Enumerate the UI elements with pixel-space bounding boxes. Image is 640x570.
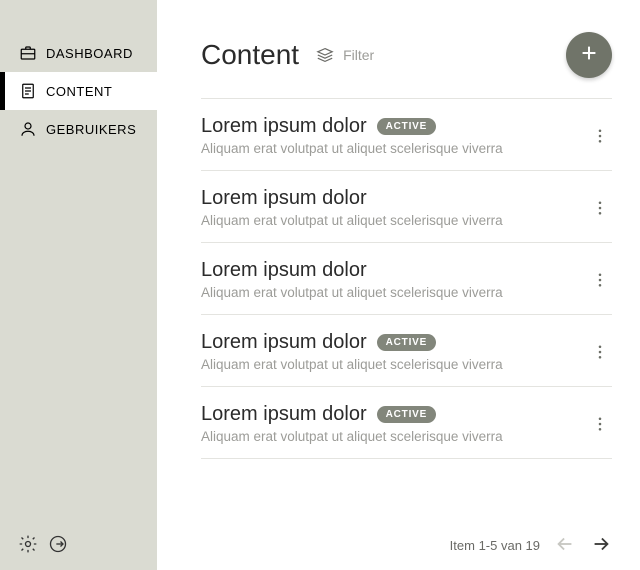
plus-icon	[578, 42, 600, 69]
list-item[interactable]: Lorem ipsum dolor ACTIVE Aliquam erat vo…	[201, 315, 612, 387]
status-badge: ACTIVE	[377, 406, 436, 423]
more-button[interactable]	[588, 268, 612, 292]
sidebar-item-label: DASHBOARD	[46, 46, 133, 61]
more-button[interactable]	[588, 340, 612, 364]
page-title: Content	[201, 39, 299, 71]
row-title: Lorem ipsum dolor	[201, 115, 367, 138]
sidebar-footer	[18, 534, 68, 554]
sidebar-item-label: GEBRUIKERS	[46, 122, 136, 137]
briefcase-icon	[19, 44, 37, 62]
filter-button[interactable]: Filter	[315, 47, 374, 63]
row-subtitle: Aliquam erat volutpat ut aliquet sceleri…	[201, 357, 503, 372]
logout-icon[interactable]	[48, 534, 68, 554]
row-subtitle: Aliquam erat volutpat ut aliquet sceleri…	[201, 429, 503, 444]
header: Content Filter	[201, 32, 612, 99]
header-left: Content Filter	[201, 39, 374, 71]
sidebar-item-content[interactable]: CONTENT	[0, 72, 157, 110]
pager-next[interactable]	[590, 534, 612, 556]
add-button[interactable]	[566, 32, 612, 78]
more-button[interactable]	[588, 196, 612, 220]
pager: Item 1-5 van 19	[201, 520, 612, 570]
row-subtitle: Aliquam erat volutpat ut aliquet sceleri…	[201, 213, 503, 228]
row-subtitle: Aliquam erat volutpat ut aliquet sceleri…	[201, 141, 503, 156]
list-item[interactable]: Lorem ipsum dolor ACTIVE Aliquam erat vo…	[201, 99, 612, 171]
list-item[interactable]: Lorem ipsum dolor Aliquam erat volutpat …	[201, 171, 612, 243]
pager-prev	[554, 534, 576, 556]
row-subtitle: Aliquam erat volutpat ut aliquet sceleri…	[201, 285, 503, 300]
layers-icon	[315, 47, 335, 63]
filter-label: Filter	[343, 47, 374, 63]
gear-icon[interactable]	[18, 534, 38, 554]
content-list: Lorem ipsum dolor ACTIVE Aliquam erat vo…	[201, 99, 612, 520]
more-button[interactable]	[588, 412, 612, 436]
sidebar-item-label: CONTENT	[46, 84, 112, 99]
sidebar: DASHBOARD CONTENT GEBRUIKERS	[0, 0, 157, 570]
sidebar-item-dashboard[interactable]: DASHBOARD	[0, 34, 157, 72]
main: Content Filter Lorem ipsum d	[157, 0, 640, 570]
list-item[interactable]: Lorem ipsum dolor Aliquam erat volutpat …	[201, 243, 612, 315]
pager-text: Item 1-5 van 19	[450, 538, 540, 553]
document-icon	[19, 82, 37, 100]
status-badge: ACTIVE	[377, 334, 436, 351]
arrow-right-icon	[590, 533, 612, 558]
row-title: Lorem ipsum dolor	[201, 187, 367, 210]
user-icon	[19, 120, 37, 138]
sidebar-item-users[interactable]: GEBRUIKERS	[0, 110, 157, 148]
row-title: Lorem ipsum dolor	[201, 403, 367, 426]
arrow-left-icon	[554, 533, 576, 558]
row-title: Lorem ipsum dolor	[201, 259, 367, 282]
status-badge: ACTIVE	[377, 118, 436, 135]
row-title: Lorem ipsum dolor	[201, 331, 367, 354]
more-button[interactable]	[588, 124, 612, 148]
list-item[interactable]: Lorem ipsum dolor ACTIVE Aliquam erat vo…	[201, 387, 612, 459]
